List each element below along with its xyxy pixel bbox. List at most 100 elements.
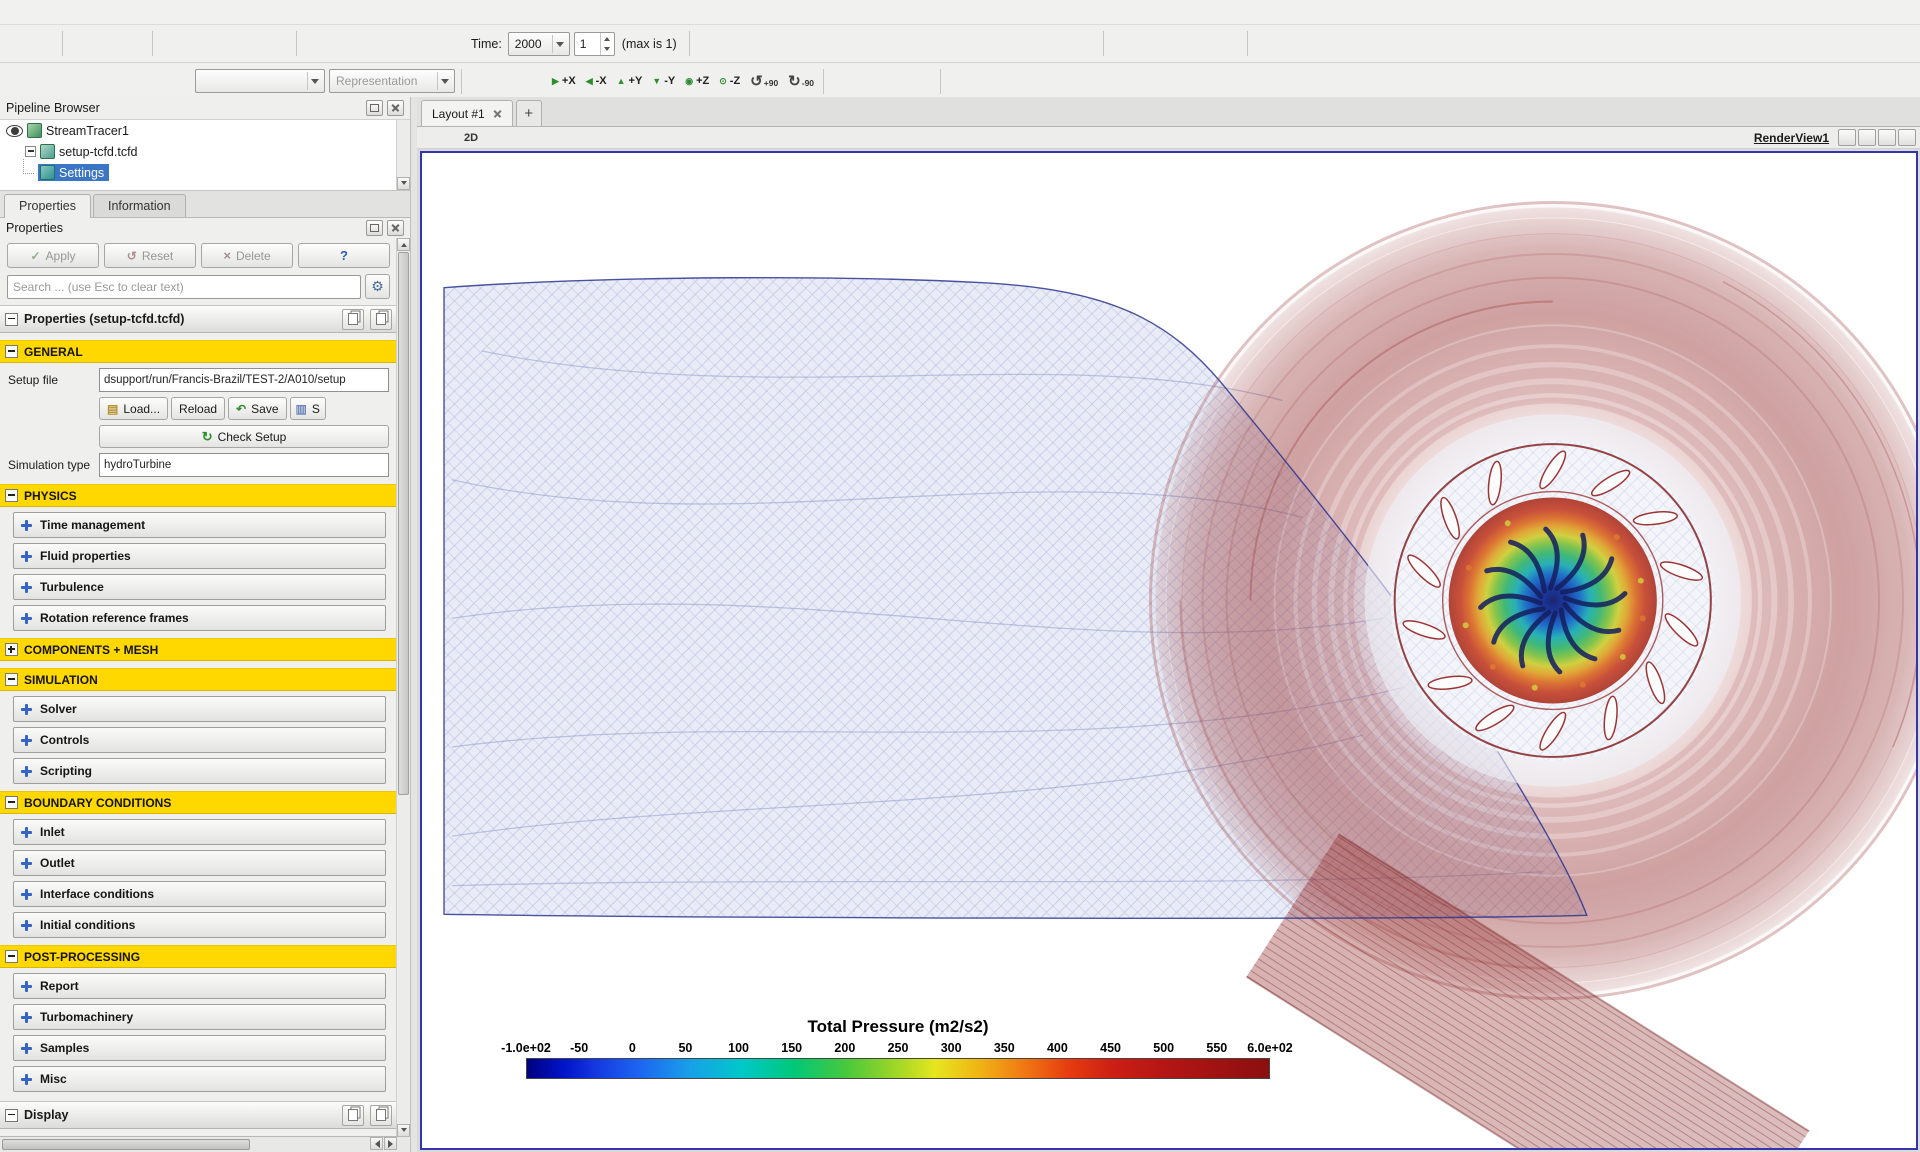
section-header[interactable]: COMPONENTS + MESH	[0, 638, 397, 661]
property-group-button[interactable]: Initial conditions	[13, 912, 386, 938]
pipeline-scrollbar[interactable]	[396, 120, 410, 190]
property-group-button[interactable]: Outlet	[13, 850, 386, 876]
time-select[interactable]: 2000	[507, 31, 570, 56]
section-header[interactable]: POST-PROCESSING	[0, 945, 397, 968]
delete-icon: ×	[223, 248, 231, 263]
gear-icon[interactable]: ⚙	[365, 274, 390, 299]
menu-item[interactable]	[102, 9, 118, 15]
selection-extra-group	[964, 31, 1099, 57]
section-header-general[interactable]: GENERAL	[0, 340, 397, 363]
pipeline-item-streamtracer1[interactable]: StreamTracer1	[0, 120, 410, 141]
menu-item[interactable]	[118, 9, 134, 15]
render-view-name[interactable]: RenderView1	[1754, 131, 1829, 145]
reset-button[interactable]: ↺ Reset	[104, 243, 196, 268]
paste-properties-icon[interactable]	[370, 308, 392, 330]
color-legend-tick: 350	[993, 1041, 1015, 1055]
add-layout-tab-button[interactable]: +	[515, 100, 542, 126]
property-group-button[interactable]: Time management	[13, 512, 386, 538]
render-viewport[interactable]: Total Pressure (m2/s2) -1.0e+02 -50 0 50 100…	[420, 151, 1918, 1150]
float-panel-icon[interactable]	[366, 100, 383, 116]
reload-button[interactable]: Reload	[171, 397, 226, 420]
axis-arrow-icon: ▶	[552, 75, 559, 86]
dock-tabs: Properties Information	[0, 191, 410, 218]
simulation-type-input[interactable]	[99, 453, 389, 477]
display-section-header[interactable]: Display	[0, 1101, 397, 1129]
search-input[interactable]	[7, 274, 361, 299]
menu-item[interactable]	[134, 9, 150, 15]
representation-select[interactable]: Representation	[329, 69, 455, 93]
scrollbar-thumb[interactable]	[2, 1139, 250, 1150]
copy-properties-icon[interactable]	[342, 308, 364, 330]
properties-scrollbar[interactable]	[396, 238, 410, 1137]
menu-item[interactable]	[86, 9, 102, 15]
check-setup-button[interactable]: ↻ Check Setup	[99, 425, 389, 448]
load-button[interactable]: ▤ Load...	[99, 397, 169, 420]
property-group-button[interactable]: Samples	[13, 1035, 386, 1061]
pipeline-item-settings[interactable]: Settings	[0, 159, 410, 183]
plus-icon	[21, 1042, 32, 1054]
spin-down-icon[interactable]	[601, 44, 614, 55]
property-section: SIMULATION Solver Controls Scripting	[0, 668, 397, 784]
property-group-button[interactable]: Turbomachinery	[13, 1004, 386, 1030]
panel-horizontal-scrollbar[interactable]	[0, 1136, 410, 1152]
selected-pipeline-item[interactable]: Settings	[38, 164, 110, 181]
frame-spinner[interactable]: 1	[573, 31, 615, 56]
property-group-button[interactable]: Report	[13, 973, 386, 999]
menu-item[interactable]	[22, 9, 38, 15]
delete-button[interactable]: × Delete	[201, 243, 293, 268]
menu-item[interactable]	[6, 9, 22, 15]
interaction-mode-toggle[interactable]: 2D	[460, 132, 482, 144]
close-tab-icon[interactable]	[493, 109, 502, 118]
view-window-buttons	[1836, 129, 1916, 146]
close-panel-icon[interactable]	[387, 100, 404, 116]
property-group-button[interactable]: Interface conditions	[13, 881, 386, 907]
plus-icon	[21, 980, 32, 992]
save-button[interactable]: ↶ Save	[228, 397, 287, 420]
section-header[interactable]: PHYSICS	[0, 484, 397, 507]
property-group-button[interactable]: Turbulence	[13, 574, 386, 600]
axis-arrow-icon: ▲	[616, 76, 626, 86]
pipeline-item-setup-tcfd[interactable]: setup-tcfd.tcfd	[0, 141, 410, 162]
menu-item[interactable]	[70, 9, 86, 15]
setup-file-input[interactable]	[99, 368, 389, 392]
property-group-button[interactable]: Fluid properties	[13, 543, 386, 569]
scrollbar-thumb[interactable]	[398, 252, 409, 796]
color-legend-tick: 250	[887, 1041, 909, 1055]
properties-source-header[interactable]: Properties (setup-tcfd.tcfd)	[0, 305, 397, 333]
collapse-expander-icon[interactable]	[25, 146, 36, 157]
collapse-icon	[5, 643, 18, 656]
section-header[interactable]: BOUNDARY CONDITIONS	[0, 791, 397, 814]
property-group-button[interactable]: Misc	[13, 1066, 386, 1092]
menu-item[interactable]	[54, 9, 70, 15]
copy-display-icon[interactable]	[342, 1104, 364, 1126]
tab-information[interactable]: Information	[92, 194, 186, 217]
property-group-button[interactable]: Controls	[13, 727, 386, 753]
layout-tab[interactable]: Layout #1	[421, 100, 513, 126]
property-group-button[interactable]: Rotation reference frames	[13, 605, 386, 631]
visibility-eye-icon[interactable]	[6, 124, 23, 137]
spin-up-icon[interactable]	[601, 33, 614, 44]
property-group-button[interactable]: Inlet	[13, 819, 386, 845]
save-as-button[interactable]: ▥ S	[289, 397, 326, 420]
save-arrow-icon: ↶	[236, 401, 247, 416]
scroll-right-arrow-icon[interactable]	[384, 1137, 397, 1150]
toolbar-separator	[688, 31, 690, 56]
toolbar-separator	[461, 68, 462, 94]
close-panel-icon[interactable]	[387, 220, 404, 236]
scroll-up-arrow-icon[interactable]	[397, 238, 410, 251]
paste-display-icon[interactable]	[370, 1104, 392, 1126]
property-group-button[interactable]: Solver	[13, 696, 386, 722]
apply-button[interactable]: ✓ Apply	[7, 243, 99, 268]
section-header[interactable]: SIMULATION	[0, 668, 397, 691]
misc-toolbar-group	[1252, 31, 1333, 57]
scroll-left-arrow-icon[interactable]	[370, 1137, 383, 1150]
float-panel-icon[interactable]	[366, 220, 383, 236]
check-setup-label: Check Setup	[217, 429, 287, 444]
property-group-button[interactable]: Scripting	[13, 758, 386, 784]
menu-item[interactable]	[38, 9, 54, 15]
tab-properties[interactable]: Properties	[4, 194, 91, 218]
help-button[interactable]: ?	[298, 243, 390, 268]
reset-label: Reset	[141, 248, 174, 263]
scroll-down-arrow-icon[interactable]	[397, 177, 410, 190]
color-by-select[interactable]	[195, 69, 325, 93]
